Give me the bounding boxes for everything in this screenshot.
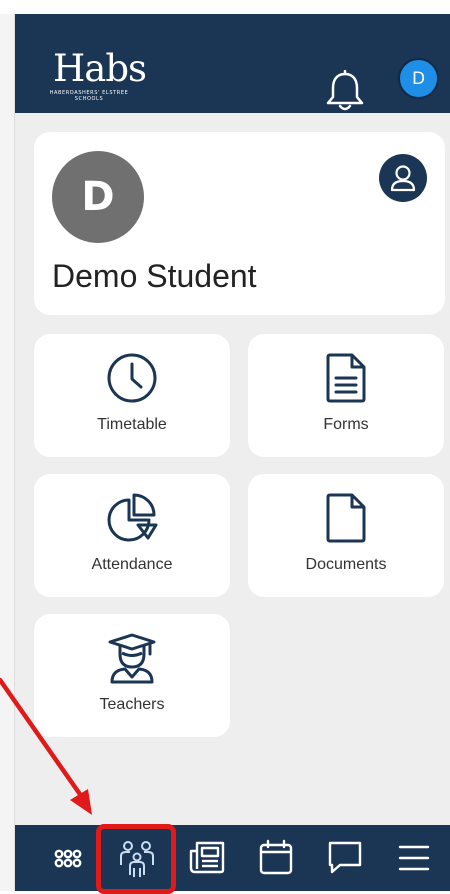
grid-dots-icon: [54, 849, 82, 868]
tile-attendance[interactable]: Attendance: [34, 474, 230, 597]
logo-title: Habs: [53, 47, 147, 90]
top-gutter: [0, 0, 450, 14]
pie-chart-icon: [34, 492, 230, 544]
header-avatar-initial: D: [411, 68, 426, 89]
profile-card[interactable]: D Demo Student: [34, 132, 445, 315]
calendar-icon: [259, 839, 293, 875]
tile-documents[interactable]: Documents: [248, 474, 444, 597]
tile-label: Attendance: [91, 556, 173, 573]
highlight-box: [96, 824, 176, 894]
newspaper-icon: [189, 841, 225, 874]
tile-label: Timetable: [97, 416, 167, 433]
school-logo: Habs HABERDASHERS' ELSTREE SCHOOLS: [50, 47, 148, 106]
graduate-icon: [34, 632, 230, 684]
tile-label: Documents: [305, 556, 387, 573]
app-screen: Habs HABERDASHERS' ELSTREE SCHOOLS D D D…: [15, 14, 450, 891]
nav-news[interactable]: [182, 837, 232, 887]
nav-menu[interactable]: [389, 837, 439, 887]
app-header: Habs HABERDASHERS' ELSTREE SCHOOLS D: [15, 14, 450, 113]
tile-forms[interactable]: Forms: [248, 334, 444, 457]
tile-timetable[interactable]: Timetable: [34, 334, 230, 457]
document-lines-icon: [248, 352, 444, 404]
nav-apps[interactable]: [43, 837, 93, 887]
chat-icon: [328, 841, 362, 874]
tile-label: Forms: [323, 416, 369, 433]
profile-button[interactable]: [379, 154, 427, 202]
logo-subtitle: HABERDASHERS' ELSTREE SCHOOLS: [49, 90, 129, 102]
user-icon: [390, 165, 416, 192]
profile-name: Demo Student: [52, 258, 257, 294]
left-gutter: [0, 0, 15, 891]
blank-document-icon: [248, 492, 444, 544]
nav-calendar[interactable]: [251, 837, 301, 887]
nav-messages[interactable]: [320, 837, 370, 887]
profile-avatar: D: [52, 151, 144, 243]
hamburger-icon: [398, 845, 430, 871]
bell-icon[interactable]: [325, 69, 365, 118]
tile-teachers[interactable]: Teachers: [34, 614, 230, 737]
header-avatar[interactable]: D: [398, 58, 439, 99]
clock-icon: [34, 352, 230, 404]
bottom-nav: [15, 825, 450, 891]
tile-label: Teachers: [99, 696, 165, 713]
profile-avatar-initial: D: [81, 174, 115, 220]
